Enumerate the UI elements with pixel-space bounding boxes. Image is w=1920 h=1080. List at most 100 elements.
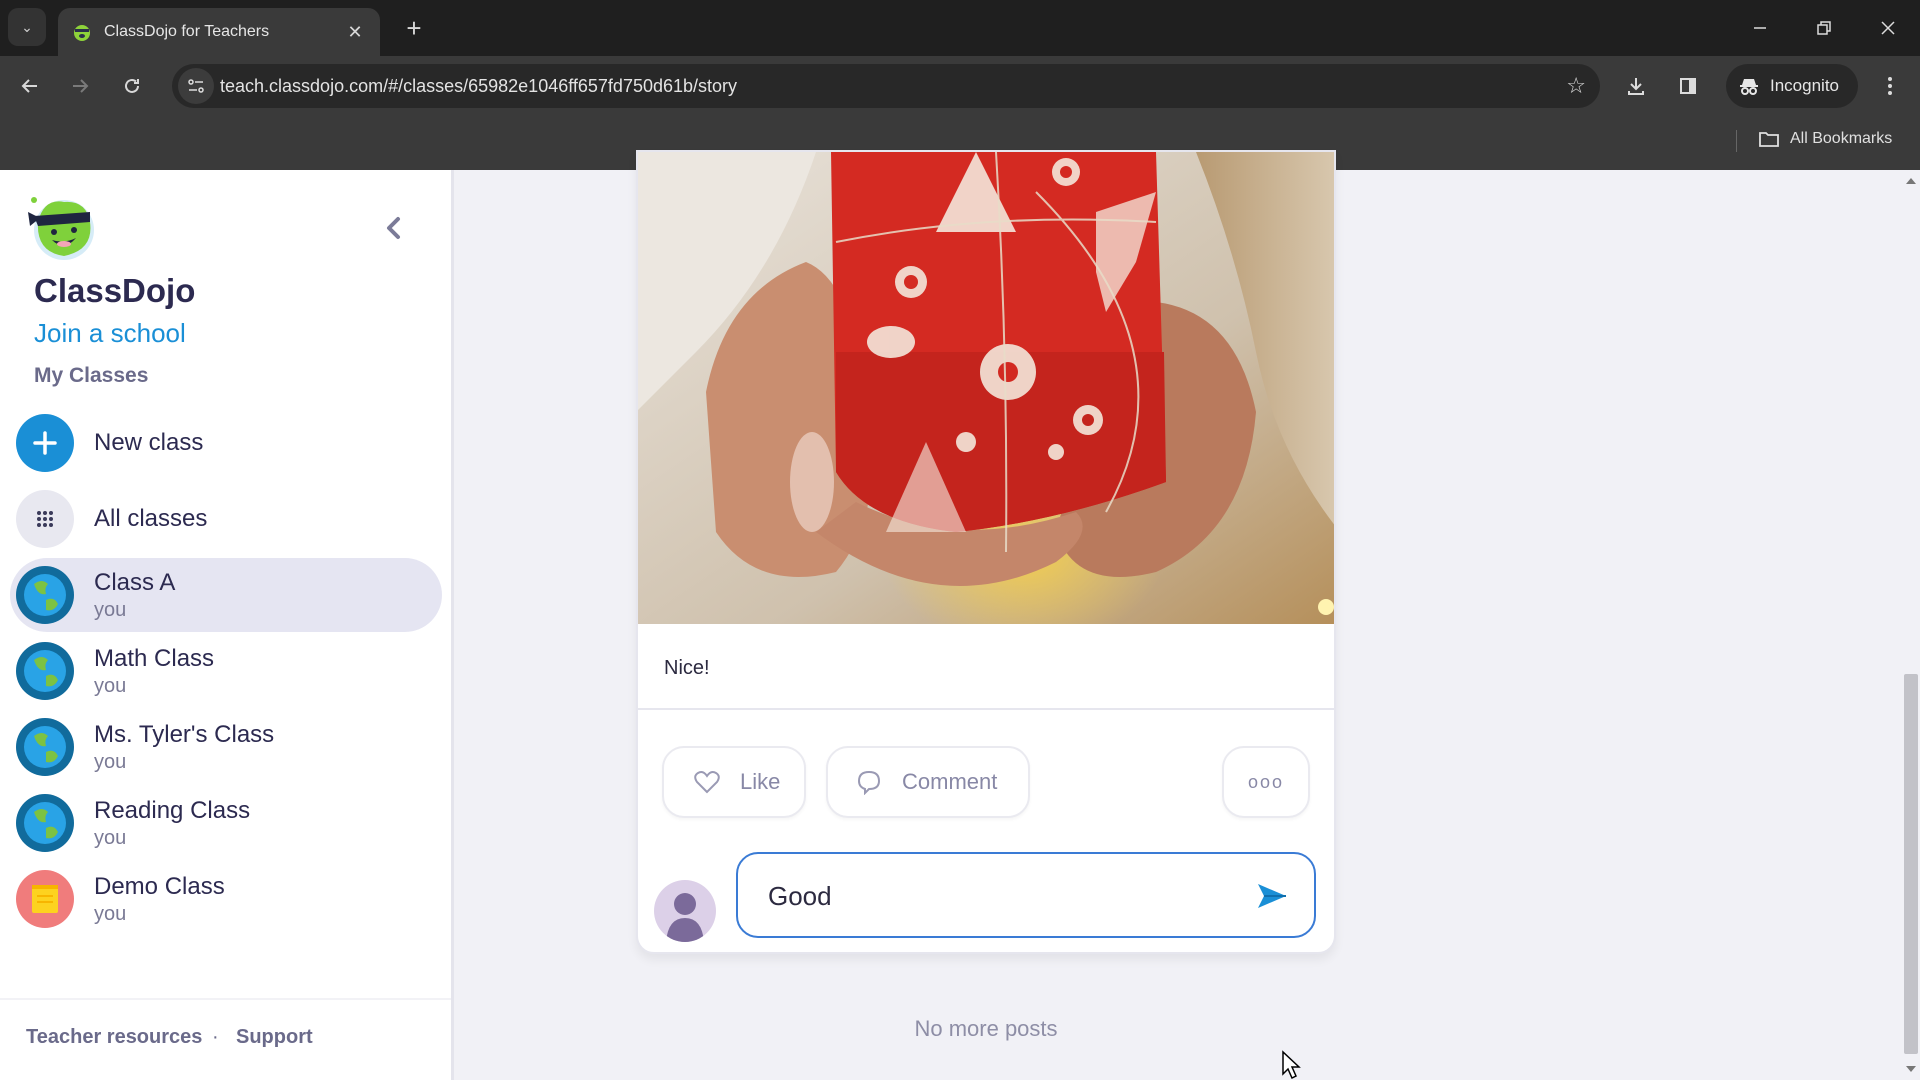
- no-more-posts-message: No more posts: [914, 1016, 1058, 1041]
- back-button[interactable]: [12, 68, 48, 104]
- close-tab-icon[interactable]: ✕: [344, 22, 366, 43]
- forward-button[interactable]: [62, 68, 98, 104]
- tab-title: ClassDojo for Teachers: [104, 23, 270, 40]
- side-panel-button[interactable]: [1670, 68, 1706, 104]
- more-horizontal-icon: ooo: [1247, 771, 1285, 792]
- restore-icon: [1817, 21, 1831, 35]
- arrow-right-icon: [73, 79, 89, 93]
- globe-icon: [16, 794, 74, 852]
- url-text[interactable]: teach.classdojo.com/#/classes/65982e1046…: [220, 64, 737, 108]
- class-owner: you: [94, 750, 127, 773]
- chevron-left-icon: [387, 217, 400, 239]
- globe-icon: [16, 718, 74, 776]
- globe-icon: [16, 566, 74, 624]
- footer-separator: ·: [212, 1026, 219, 1048]
- close-window-button[interactable]: [1856, 0, 1920, 56]
- post-caption: Nice!: [664, 657, 710, 679]
- mouse-cursor-icon: [1282, 1050, 1301, 1080]
- comment-label: Comment: [902, 769, 998, 794]
- browser-tab-active[interactable]: ClassDojo for Teachers ✕: [58, 8, 380, 56]
- minimize-button[interactable]: [1728, 0, 1792, 56]
- browser-menu-button[interactable]: [1872, 68, 1908, 104]
- scroll-up-arrow-icon[interactable]: [1906, 178, 1916, 184]
- page-scrollbar[interactable]: [1902, 170, 1920, 1080]
- restore-button[interactable]: [1792, 0, 1856, 56]
- all-classes-label: All classes: [94, 505, 208, 532]
- globe-icon: [16, 642, 74, 700]
- new-tab-button[interactable]: +: [398, 12, 430, 44]
- my-classes-heading: My Classes: [34, 364, 149, 387]
- speech-bubble-icon: [857, 770, 881, 795]
- bookmark-star-icon[interactable]: ☆: [1566, 64, 1586, 108]
- sidebar-item-demo-class[interactable]: Demo Class you: [10, 862, 442, 936]
- class-name: Math Class: [94, 644, 215, 672]
- reload-button[interactable]: [114, 68, 150, 104]
- all-bookmarks-label: All Bookmarks: [1790, 130, 1893, 147]
- all-bookmarks-button[interactable]: All Bookmarks: [1758, 122, 1892, 156]
- send-icon: [1258, 884, 1286, 908]
- classdojo-favicon-icon: [74, 25, 90, 41]
- class-name: Demo Class: [94, 872, 225, 900]
- plus-icon: [16, 414, 74, 472]
- post-photo[interactable]: [638, 152, 1334, 624]
- more-options-button[interactable]: ooo: [1222, 746, 1310, 818]
- sidebar-item-math-class[interactable]: Math Class you: [10, 634, 442, 708]
- tune-icon: [188, 79, 204, 93]
- scrollbar-thumb[interactable]: [1904, 674, 1918, 1054]
- notebook-icon: [16, 870, 74, 928]
- comment-input-box[interactable]: [736, 852, 1316, 938]
- browser-toolbar: teach.classdojo.com/#/classes/65982e1046…: [0, 56, 1920, 116]
- incognito-label: Incognito: [1770, 76, 1839, 95]
- class-owner: you: [94, 674, 127, 697]
- collapse-sidebar-button[interactable]: [378, 210, 408, 246]
- sidebar-item-class-a[interactable]: Class A you: [10, 558, 442, 632]
- gift-photo-image: [638, 152, 1334, 624]
- download-icon: [1628, 78, 1644, 95]
- current-user-avatar: [654, 880, 716, 942]
- side-panel-icon: [1680, 78, 1696, 94]
- all-classes-button[interactable]: All classes: [10, 482, 442, 556]
- close-icon: [1881, 21, 1895, 35]
- brand-name: ClassDojo: [34, 272, 196, 309]
- like-button[interactable]: Like: [662, 746, 806, 818]
- grid-icon: [16, 490, 74, 548]
- more-vertical-icon: [1888, 77, 1892, 95]
- sidebar-item-reading-class[interactable]: Reading Class you: [10, 786, 442, 860]
- minimize-icon: [1754, 27, 1766, 29]
- join-school-link[interactable]: Join a school: [34, 318, 186, 349]
- new-class-label: New class: [94, 429, 204, 456]
- class-name: Ms. Tyler's Class: [94, 720, 275, 748]
- site-info-button[interactable]: [178, 68, 214, 104]
- class-owner: you: [94, 826, 127, 849]
- class-name: Reading Class: [94, 796, 251, 824]
- classdojo-page: ClassDojo Join a school My Classes New c…: [0, 150, 1920, 1080]
- scroll-down-arrow-icon[interactable]: [1906, 1066, 1916, 1072]
- tab-search-button[interactable]: ⌄: [8, 8, 46, 46]
- new-class-button[interactable]: New class: [10, 406, 442, 480]
- sidebar-footer: Teacher resources · Support: [0, 998, 451, 1080]
- teacher-resources-link[interactable]: Teacher resources: [26, 1026, 202, 1049]
- send-comment-button[interactable]: [1256, 880, 1288, 912]
- class-owner: you: [94, 902, 127, 925]
- arrow-left-icon: [21, 79, 37, 93]
- tab-strip: ⌄ ClassDojo for Teachers ✕ +: [0, 0, 1920, 56]
- comment-button[interactable]: Comment: [826, 746, 1030, 818]
- reload-icon: [125, 78, 139, 93]
- heart-icon: [694, 771, 720, 794]
- like-label: Like: [740, 769, 781, 794]
- post-divider: [638, 708, 1334, 710]
- class-owner: you: [94, 598, 127, 621]
- sidebar: ClassDojo Join a school My Classes New c…: [0, 170, 454, 1080]
- bookmarks-separator: [1736, 130, 1737, 152]
- folder-icon: [1759, 132, 1779, 147]
- downloads-button[interactable]: [1618, 68, 1654, 104]
- support-link[interactable]: Support: [236, 1026, 313, 1049]
- class-name: Class A: [94, 568, 176, 596]
- address-bar[interactable]: teach.classdojo.com/#/classes/65982e1046…: [172, 64, 1600, 108]
- story-post-card: Nice! Like Comment ooo: [636, 150, 1336, 954]
- comment-input[interactable]: [768, 874, 1238, 918]
- incognito-profile-button[interactable]: Incognito: [1726, 64, 1858, 108]
- classdojo-logo-icon: [28, 197, 94, 260]
- incognito-icon: [1740, 79, 1758, 95]
- sidebar-item-ms-tylers-class[interactable]: Ms. Tyler's Class you: [10, 710, 442, 784]
